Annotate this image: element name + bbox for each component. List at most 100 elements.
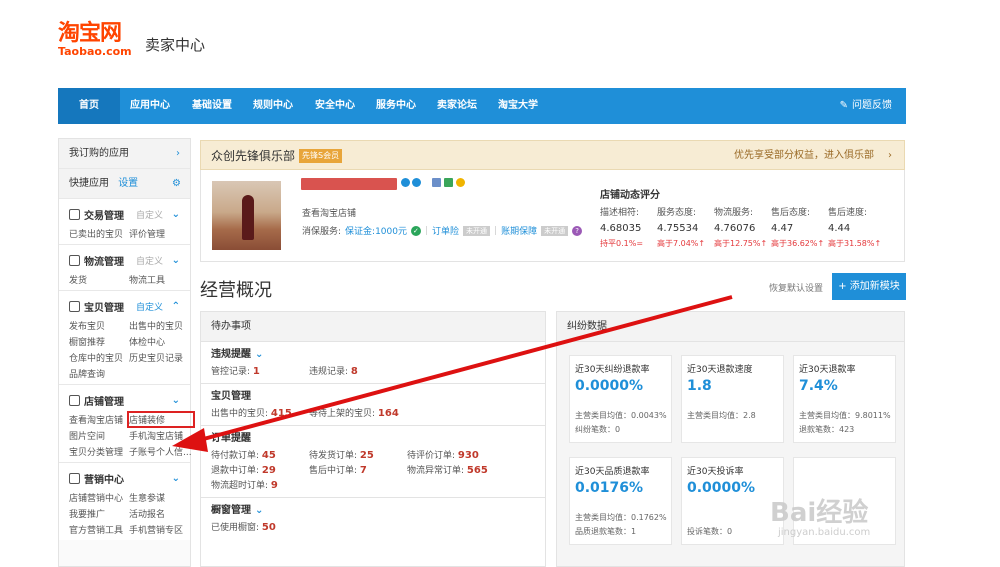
customize-link[interactable]: 自定义 xyxy=(136,300,163,313)
deposit-link[interactable]: 保证金:1000元 xyxy=(345,224,407,237)
sidebar-subscribed-apps[interactable]: 我订购的应用 › xyxy=(59,139,190,169)
customize-link[interactable]: 自定义 xyxy=(136,208,163,221)
nav-app-center[interactable]: 应用中心 xyxy=(130,88,170,124)
sidebar-link[interactable]: 活动报名 xyxy=(129,507,193,520)
nav-seller-forum[interactable]: 卖家论坛 xyxy=(437,88,477,124)
chevron-down-icon[interactable]: ⌄ xyxy=(255,505,263,516)
todo-section-orders: 订单提醒 待付款订单: 45 待发货订单: 25 待评价订单: 930 退款中订… xyxy=(201,426,545,498)
club-enter-link[interactable]: 优先享受部分权益，进入俱乐部 xyxy=(734,141,874,171)
add-module-button[interactable]: + 添加新模块 xyxy=(832,273,906,300)
account-guarantee-link[interactable]: 账期保障 xyxy=(501,224,537,237)
todo-section-violations: 违规提醒 ⌄ 管控记录: 1 违规记录: 8 xyxy=(201,342,545,384)
sidebar-link[interactable]: 宝贝分类管理 xyxy=(69,445,129,458)
section-title[interactable]: 宝贝管理 xyxy=(84,299,124,314)
help-icon[interactable]: ? xyxy=(572,225,583,236)
marketing-icon xyxy=(69,472,80,484)
feedback-link[interactable]: ✎ 问题反馈 xyxy=(840,88,892,124)
logo-cn: 淘宝网 xyxy=(58,21,122,46)
rating-header: 描述相符: xyxy=(600,208,640,218)
shop-name-redacted[interactable] xyxy=(301,178,397,190)
nav-basic-settings[interactable]: 基础设置 xyxy=(192,88,232,124)
sidebar-link[interactable]: 出售中的宝贝 xyxy=(129,319,193,332)
taobao-logo[interactable]: 淘宝网 Taobao.com xyxy=(58,22,132,58)
shop-decoration-link[interactable]: 店铺装修 xyxy=(127,411,195,428)
gear-icon[interactable]: ⚙ xyxy=(172,169,181,199)
baidu-watermark: Bai经验 xyxy=(770,498,869,528)
sidebar-link[interactable]: 发布宝贝 xyxy=(69,319,129,332)
chevron-down-icon[interactable]: ⌄ xyxy=(172,209,180,220)
sidebar-link[interactable]: 已卖出的宝贝 xyxy=(69,227,129,240)
card-sub: 主营类目均值：9.8011% xyxy=(799,411,891,420)
club-banner[interactable]: 众创先锋俱乐部 先锋S会员 优先享受部分权益，进入俱乐部 › xyxy=(200,140,905,170)
sidebar-link[interactable]: 图片空间 xyxy=(69,429,129,442)
sidebar-link[interactable]: 官方营销工具 xyxy=(69,523,129,536)
dispute-card[interactable]: 近30天退款速度 1.8 主营类目均值：2.8 xyxy=(681,355,784,443)
card-sub: 退款笔数：423 xyxy=(799,425,855,434)
todo-item[interactable]: 等待上架的宝贝: 164 xyxy=(309,406,527,422)
todo-item[interactable]: 出售中的宝贝: 415 xyxy=(211,406,309,422)
sidebar-link[interactable]: 橱窗推荐 xyxy=(69,335,129,348)
nav-service-center[interactable]: 服务中心 xyxy=(376,88,416,124)
dispute-card[interactable]: 近30天投诉率 0.0000% 投诉笔数：0 xyxy=(681,457,784,545)
section-title[interactable]: 店铺管理 xyxy=(84,393,124,408)
sidebar-link[interactable]: 手机淘宝店铺 xyxy=(129,429,193,442)
shop-avatar[interactable] xyxy=(212,181,281,250)
quick-apps-settings-link[interactable]: 设置 xyxy=(118,178,138,189)
section-title[interactable]: 交易管理 xyxy=(84,207,124,222)
store-icon xyxy=(69,394,80,406)
chevron-right-icon: › xyxy=(176,148,180,159)
todo-item[interactable]: 违规记录: 8 xyxy=(309,364,407,380)
trade-icon xyxy=(69,208,80,220)
sidebar-link[interactable]: 手机营销专区 xyxy=(129,523,193,536)
truck-icon xyxy=(69,254,80,266)
todo-item[interactable]: 待评价订单: 930 xyxy=(407,448,527,464)
sidebar-link[interactable]: 仓库中的宝贝 xyxy=(69,351,129,364)
sidebar-link[interactable]: 发货 xyxy=(69,273,129,286)
sidebar-link[interactable]: 子账号个人信... xyxy=(129,445,193,458)
chevron-down-icon[interactable]: ⌄ xyxy=(172,473,180,484)
chevron-down-icon[interactable]: ⌄ xyxy=(255,349,263,360)
nav-taobao-university[interactable]: 淘宝大学 xyxy=(498,88,538,124)
todo-item[interactable]: 已使用橱窗: 50 xyxy=(211,520,309,536)
todo-item[interactable]: 退款中订单: 29 xyxy=(211,463,309,479)
sidebar-link[interactable]: 查看淘宝店铺 xyxy=(69,413,129,426)
sidebar-link[interactable]: 我要推广 xyxy=(69,507,129,520)
todo-item[interactable]: 物流超时订单: 9 xyxy=(211,478,309,494)
nav-security-center[interactable]: 安全中心 xyxy=(315,88,355,124)
dispute-card[interactable]: 近30天品质退款率 0.0176% 主营类目均值：0.1762% 品质退款笔数：… xyxy=(569,457,672,545)
section-title[interactable]: 橱窗管理 xyxy=(211,505,251,516)
sidebar-link[interactable]: 店铺营销中心 xyxy=(69,491,129,504)
nav-home[interactable]: 首页 xyxy=(58,88,120,124)
chevron-down-icon[interactable]: ⌄ xyxy=(172,395,180,406)
shop-rating: 店铺动态评分 描述相符: 服务态度: 物流服务: 售后态度: 售后速度: 4.6… xyxy=(600,186,900,248)
sidebar-link[interactable]: 生意参谋 xyxy=(129,491,193,504)
todo-item[interactable]: 物流异常订单: 565 xyxy=(407,463,527,479)
todo-item[interactable]: 售后中订单: 7 xyxy=(309,463,407,479)
todo-panel: 待办事项 违规提醒 ⌄ 管控记录: 1 违规记录: 8 宝贝管理 出售中的宝贝: … xyxy=(200,311,546,567)
view-shop-link[interactable]: 查看淘宝店铺 xyxy=(302,206,356,219)
nav-rules-center[interactable]: 规则中心 xyxy=(253,88,293,124)
chevron-up-icon[interactable]: ⌃ xyxy=(172,301,180,312)
section-title[interactable]: 营销中心 xyxy=(84,471,124,486)
sidebar-link[interactable]: 物流工具 xyxy=(129,273,193,286)
sidebar-quick-apps: 快捷应用 设置 ⚙ xyxy=(59,169,190,199)
todo-item[interactable]: 待发货订单: 25 xyxy=(309,448,407,464)
sidebar-link[interactable]: 品牌查询 xyxy=(69,367,129,380)
section-title: 订单提醒 xyxy=(211,433,251,444)
customize-link[interactable]: 自定义 xyxy=(136,254,163,267)
restore-default-link[interactable]: 恢复默认设置 xyxy=(769,281,823,294)
chevron-down-icon[interactable]: ⌄ xyxy=(172,255,180,266)
order-insurance-link[interactable]: 订单险 xyxy=(432,224,459,237)
sidebar-section-trade: 交易管理 自定义 ⌄ 已卖出的宝贝 评价管理 xyxy=(59,199,190,245)
todo-item[interactable]: 管控记录: 1 xyxy=(211,364,309,380)
card-value: 7.4% xyxy=(799,378,838,394)
sidebar-link[interactable]: 体检中心 xyxy=(129,335,193,348)
sidebar-link[interactable]: 历史宝贝记录 xyxy=(129,351,193,364)
sidebar: 我订购的应用 › 快捷应用 设置 ⚙ 交易管理 自定义 ⌄ 已卖出的宝贝 评价管理 … xyxy=(58,138,195,567)
dispute-card[interactable]: 近30天纠纷退款率 0.0000% 主营类目均值：0.0043% 纠纷笔数：0 xyxy=(569,355,672,443)
section-title[interactable]: 违规提醒 xyxy=(211,349,251,360)
sidebar-link[interactable]: 评价管理 xyxy=(129,227,193,240)
section-title[interactable]: 物流管理 xyxy=(84,253,124,268)
dispute-card[interactable]: 近30天退款率 7.4% 主营类目均值：9.8011% 退款笔数：423 xyxy=(793,355,896,443)
todo-item[interactable]: 待付款订单: 45 xyxy=(211,448,309,464)
